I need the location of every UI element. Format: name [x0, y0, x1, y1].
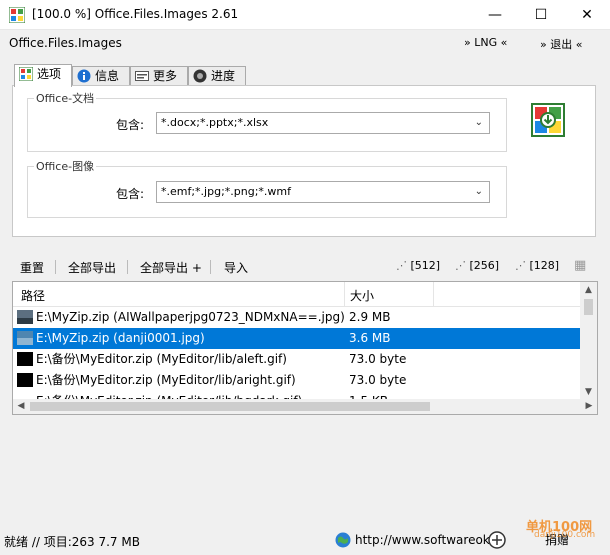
- separator: [127, 260, 128, 274]
- resize-icon: ⋰: [515, 259, 526, 272]
- export-all-button[interactable]: 全部导出: [68, 259, 116, 276]
- status-text: 就绪 // 项目:263 7.7 MB: [4, 535, 140, 549]
- maximize-button[interactable]: ☐: [518, 0, 564, 30]
- list-row[interactable]: E:\备份\MyEditor.zip (MyEditor/lib/aright.…: [13, 370, 581, 391]
- images-include-combo[interactable]: *.emf;*.jpg;*.png;*.wmf ⌄: [156, 181, 490, 203]
- more-icon: [135, 71, 149, 81]
- reset-button[interactable]: 重置: [20, 259, 44, 276]
- minimize-button[interactable]: —: [472, 0, 518, 30]
- tab-options-label: 选项: [37, 67, 62, 81]
- image-thumbnail-icon: [17, 352, 33, 366]
- scroll-down-arrow-icon[interactable]: ▼: [580, 384, 597, 400]
- tab-options[interactable]: 选项: [14, 64, 72, 87]
- horizontal-scrollbar[interactable]: ◀ ▶: [13, 399, 597, 414]
- scroll-right-arrow-icon[interactable]: ▶: [581, 399, 597, 414]
- image-thumbnail-icon: [17, 331, 33, 345]
- row-size: 73.0 byte: [349, 373, 407, 387]
- tab-info-label: 信息: [95, 69, 120, 83]
- close-button[interactable]: ✕: [564, 0, 610, 30]
- title-bar: [100.0 %] Office.Files.Images 2.61 — ☐ ✕: [0, 0, 610, 30]
- scroll-up-arrow-icon[interactable]: ▲: [580, 282, 597, 298]
- office-docs-title: Office-文档: [34, 90, 97, 106]
- image-thumbnail-icon: [17, 310, 33, 324]
- tab-more-label: 更多: [153, 69, 178, 83]
- menu-bar: Office.Files.Images » LNG « » 退出 «: [0, 30, 610, 56]
- tab-progress[interactable]: 进度: [188, 66, 246, 85]
- globe-icon: [335, 532, 351, 548]
- resize-icon: ⋰: [455, 259, 466, 272]
- export-all-plus-button[interactable]: 全部导出 +: [140, 259, 202, 276]
- scroll-thumb[interactable]: [584, 299, 593, 315]
- images-include-value: *.emf;*.jpg;*.png;*.wmf: [161, 185, 292, 198]
- column-divider[interactable]: [344, 282, 345, 306]
- row-path: E:\备份\MyEditor.zip (MyEditor/lib/aleft.g…: [36, 352, 287, 366]
- row-size: 3.6 MB: [349, 331, 391, 345]
- resize-icon: ⋰: [396, 259, 407, 272]
- watermark-subtext: danji100.com: [534, 530, 596, 540]
- list-row-selected[interactable]: E:\MyZip.zip (danji0001.jpg) 3.6 MB: [13, 328, 581, 349]
- tab-progress-label: 进度: [211, 69, 236, 83]
- info-icon: [77, 69, 91, 83]
- chevron-down-icon: ⌄: [474, 117, 483, 128]
- row-path: E:\MyZip.zip (danji0001.jpg): [36, 331, 205, 345]
- separator: [210, 260, 211, 274]
- chevron-down-icon: ⌄: [474, 186, 483, 197]
- progress-icon: [193, 69, 207, 83]
- size-256-button[interactable]: ⋰ [256]: [455, 259, 499, 272]
- separator: [55, 260, 56, 274]
- tab-info[interactable]: 信息: [72, 66, 130, 85]
- app-menu[interactable]: Office.Files.Images: [9, 36, 122, 50]
- docs-include-label: 包含:: [116, 118, 145, 132]
- app-icon: [9, 7, 25, 23]
- list-header: 路径 大小: [13, 282, 581, 307]
- size-512-button[interactable]: ⋰ [512]: [396, 259, 440, 272]
- scroll-left-arrow-icon[interactable]: ◀: [13, 399, 29, 414]
- column-path[interactable]: 路径: [21, 287, 45, 304]
- scroll-thumb[interactable]: [30, 402, 430, 411]
- office-docs-group: Office-文档 包含: *.docx;*.pptx;*.xlsx ⌄: [27, 90, 507, 152]
- docs-include-combo[interactable]: *.docx;*.pptx;*.xlsx ⌄: [156, 112, 490, 134]
- export-toolbar: 重置 全部导出 全部导出 + 导入 ⋰ [512] ⋰ [256] ⋰ [128…: [12, 256, 598, 278]
- row-path: E:\MyZip.zip (AIWallpaperjpg0723_NDMxNA=…: [36, 310, 345, 324]
- size-128-button[interactable]: ⋰ [128]: [515, 259, 559, 272]
- options-icon: [19, 67, 33, 81]
- row-size: 73.0 byte: [349, 352, 407, 366]
- docs-include-value: *.docx;*.pptx;*.xlsx: [161, 116, 269, 129]
- office-images-logo-icon: [531, 103, 565, 137]
- list-row[interactable]: E:\备份\MyEditor.zip (MyEditor/lib/aleft.g…: [13, 349, 581, 370]
- window-title: [100.0 %] Office.Files.Images 2.61: [32, 7, 239, 21]
- size-128-label: [128]: [529, 259, 560, 272]
- office-images-title: Office-图像: [34, 158, 97, 174]
- office-images-group: Office-图像 包含: *.emf;*.jpg;*.png;*.wmf ⌄: [27, 158, 507, 218]
- tab-more[interactable]: 更多: [130, 66, 188, 85]
- status-bar: 就绪 // 项目:263 7.7 MB http://www.softwareo…: [0, 520, 610, 555]
- row-path: E:\备份\MyEditor.zip (MyEditor/lib/aright.…: [36, 373, 296, 387]
- size-256-label: [256]: [469, 259, 500, 272]
- size-512-label: [512]: [410, 259, 441, 272]
- image-thumbnail-icon: [17, 373, 33, 387]
- language-menu[interactable]: » LNG «: [464, 36, 507, 49]
- donate-icon: [488, 531, 506, 549]
- column-divider[interactable]: [433, 282, 434, 306]
- grid-icon[interactable]: ▦: [574, 258, 586, 273]
- images-include-label: 包含:: [116, 187, 145, 201]
- row-size: 2.9 MB: [349, 310, 391, 324]
- image-list[interactable]: 路径 大小 E:\MyZip.zip (AIWallpaperjpg0723_N…: [12, 281, 598, 415]
- options-panel: Office-文档 包含: *.docx;*.pptx;*.xlsx ⌄ Off…: [12, 85, 596, 237]
- exit-menu[interactable]: » 退出 «: [540, 36, 582, 52]
- vertical-scrollbar[interactable]: ▲ ▼: [580, 282, 597, 400]
- list-row[interactable]: E:\MyZip.zip (AIWallpaperjpg0723_NDMxNA=…: [13, 307, 581, 328]
- website-link[interactable]: http://www.softwareok.: [355, 533, 494, 547]
- column-size[interactable]: 大小: [350, 287, 374, 304]
- import-button[interactable]: 导入: [224, 259, 248, 276]
